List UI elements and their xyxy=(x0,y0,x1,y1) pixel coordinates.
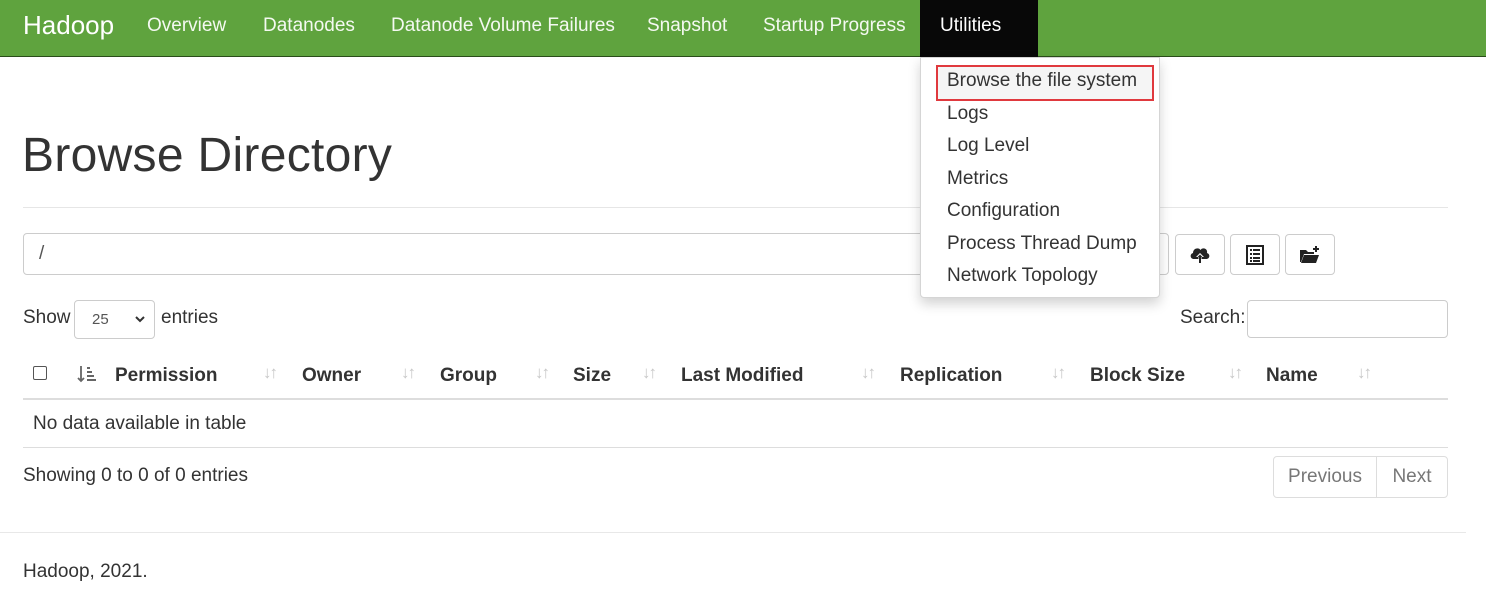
footer-text: Hadoop, 2021. xyxy=(23,561,148,582)
menu-item-network-topology[interactable]: Network Topology xyxy=(947,265,1098,287)
sort-icon[interactable]: ↓↑ xyxy=(861,363,876,383)
menu-item-log-level[interactable]: Log Level xyxy=(947,135,1029,157)
sort-icon[interactable]: ↓↑ xyxy=(1228,363,1243,383)
table-row-divider xyxy=(23,447,1448,448)
nav-utilities-label: Utilities xyxy=(940,15,1002,36)
menu-item-process-thread-dump[interactable]: Process Thread Dump xyxy=(947,233,1137,255)
chevron-down-icon xyxy=(135,316,145,323)
page-title: Browse Directory xyxy=(22,129,393,182)
menu-item-browse-file-system[interactable]: Browse the file system xyxy=(947,70,1137,92)
divider xyxy=(23,207,1448,208)
next-button[interactable]: Next xyxy=(1376,456,1448,498)
show-label: Show xyxy=(23,307,71,328)
navbar: Hadoop Overview Datanodes Datanode Volum… xyxy=(0,0,1486,81)
file-list-icon xyxy=(1246,244,1264,265)
column-header-replication[interactable]: Replication xyxy=(900,365,1002,387)
brand-logo[interactable]: Hadoop xyxy=(23,10,114,41)
previous-button[interactable]: Previous xyxy=(1273,456,1377,498)
sort-icon[interactable]: ↓↑ xyxy=(535,363,550,383)
column-header-name[interactable]: Name xyxy=(1266,365,1318,387)
column-header-block-size[interactable]: Block Size xyxy=(1090,365,1185,387)
utilities-dropdown-menu: Browse the file system Logs Log Level Me… xyxy=(920,57,1160,298)
column-header-owner[interactable]: Owner xyxy=(302,365,361,387)
select-all-checkbox[interactable] xyxy=(33,366,47,380)
column-header-size[interactable]: Size xyxy=(573,365,611,387)
search-label: Search: xyxy=(1180,307,1246,328)
upload-button[interactable] xyxy=(1175,234,1225,275)
menu-item-configuration[interactable]: Configuration xyxy=(947,200,1060,222)
page-size-select[interactable]: 25 xyxy=(74,300,155,339)
footer-divider xyxy=(0,532,1466,533)
table-header-divider xyxy=(23,398,1448,400)
sort-icon[interactable]: ↓↑ xyxy=(263,363,278,383)
column-header-permission[interactable]: Permission xyxy=(115,365,217,387)
menu-item-logs[interactable]: Logs xyxy=(947,103,988,125)
new-folder-button[interactable] xyxy=(1285,234,1335,275)
file-list-button[interactable] xyxy=(1230,234,1280,275)
nav-startup-progress[interactable]: Startup Progress xyxy=(763,0,906,57)
nav-snapshot[interactable]: Snapshot xyxy=(647,0,727,57)
sort-ascending-icon[interactable] xyxy=(77,364,97,384)
column-header-group[interactable]: Group xyxy=(440,365,497,387)
sort-icon[interactable]: ↓↑ xyxy=(401,363,416,383)
empty-table-message: No data available in table xyxy=(33,413,247,434)
nav-datanode-volume-failures[interactable]: Datanode Volume Failures xyxy=(391,0,615,57)
search-input[interactable] xyxy=(1247,300,1448,338)
new-folder-icon xyxy=(1300,245,1319,263)
sort-icon[interactable]: ↓↑ xyxy=(642,363,657,383)
nav-utilities[interactable]: Utilities xyxy=(920,0,1038,81)
upload-icon xyxy=(1190,247,1210,263)
entries-label: entries xyxy=(161,307,219,328)
sort-icon[interactable]: ↓↑ xyxy=(1051,363,1066,383)
table-info: Showing 0 to 0 of 0 entries xyxy=(23,465,248,486)
column-header-last-modified[interactable]: Last Modified xyxy=(681,365,803,387)
nav-datanodes[interactable]: Datanodes xyxy=(263,0,355,57)
page-size-value: 25 xyxy=(92,311,109,328)
nav-overview[interactable]: Overview xyxy=(147,0,226,57)
menu-item-metrics[interactable]: Metrics xyxy=(947,168,1008,190)
sort-icon[interactable]: ↓↑ xyxy=(1357,363,1372,383)
